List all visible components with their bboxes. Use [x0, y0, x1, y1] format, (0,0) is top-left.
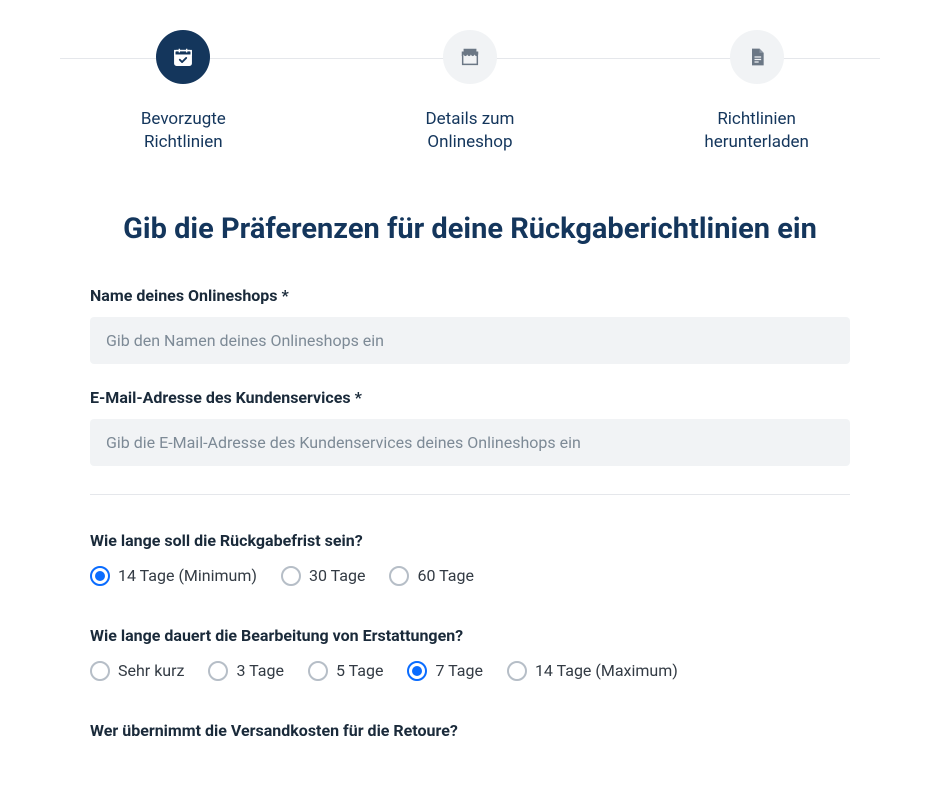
- radio-icon: [389, 566, 409, 586]
- radio-label: 30 Tage: [309, 566, 365, 585]
- step-download-policies[interactable]: Richtlinienherunterladen: [657, 30, 857, 154]
- radio-label: 7 Tage: [435, 661, 482, 680]
- radio-icon: [90, 566, 110, 586]
- radio-icon: [308, 661, 328, 681]
- step-label: BevorzugteRichtlinien: [141, 108, 226, 154]
- radio-icon: [281, 566, 301, 586]
- radio-icon: [407, 661, 427, 681]
- radio-very-short[interactable]: Sehr kurz: [90, 661, 184, 681]
- refund-processing-question: Wie lange dauert die Bearbeitung von Ers…: [90, 626, 850, 645]
- radio-60-days[interactable]: 60 Tage: [389, 566, 473, 586]
- step-label: Richtlinienherunterladen: [704, 108, 809, 154]
- radio-label: 14 Tage (Minimum): [118, 566, 257, 585]
- shop-name-input[interactable]: [90, 317, 850, 364]
- radio-3-days[interactable]: 3 Tage: [208, 661, 283, 681]
- radio-icon: [208, 661, 228, 681]
- step-label: Details zumOnlineshop: [426, 108, 515, 154]
- step-shop-details[interactable]: Details zumOnlineshop: [370, 30, 570, 154]
- document-icon: [730, 30, 784, 84]
- page-title: Gib die Präferenzen für deine Rückgaberi…: [90, 212, 850, 246]
- radio-14-days-max[interactable]: 14 Tage (Maximum): [507, 661, 678, 681]
- shop-name-label: Name deines Onlineshops *: [90, 286, 850, 305]
- radio-14-days[interactable]: 14 Tage (Minimum): [90, 566, 257, 586]
- storefront-icon: [443, 30, 497, 84]
- return-deadline-question: Wie lange soll die Rückgabefrist sein?: [90, 531, 850, 550]
- form-content: Gib die Präferenzen für deine Rückgaberi…: [0, 212, 940, 796]
- shipping-cost-question: Wer übernimmt die Versandkosten für die …: [90, 721, 850, 740]
- radio-label: 5 Tage: [336, 661, 383, 680]
- calendar-check-icon: [156, 30, 210, 84]
- radio-label: 3 Tage: [236, 661, 283, 680]
- section-divider: [90, 494, 850, 495]
- radio-icon: [90, 661, 110, 681]
- service-email-label: E-Mail-Adresse des Kundenservices *: [90, 388, 850, 407]
- wizard-steps: BevorzugteRichtlinien Details zumOnlines…: [0, 0, 940, 164]
- radio-label: 14 Tage (Maximum): [535, 661, 678, 680]
- service-email-input[interactable]: [90, 419, 850, 466]
- radio-label: Sehr kurz: [118, 661, 184, 680]
- radio-30-days[interactable]: 30 Tage: [281, 566, 365, 586]
- return-deadline-options: 14 Tage (Minimum) 30 Tage 60 Tage: [90, 566, 850, 586]
- refund-processing-options: Sehr kurz 3 Tage 5 Tage 7 Tage 14 Tage (…: [90, 661, 850, 681]
- step-preferred-policies[interactable]: BevorzugteRichtlinien: [83, 30, 283, 154]
- radio-5-days[interactable]: 5 Tage: [308, 661, 383, 681]
- radio-label: 60 Tage: [417, 566, 473, 585]
- radio-icon: [507, 661, 527, 681]
- radio-7-days[interactable]: 7 Tage: [407, 661, 482, 681]
